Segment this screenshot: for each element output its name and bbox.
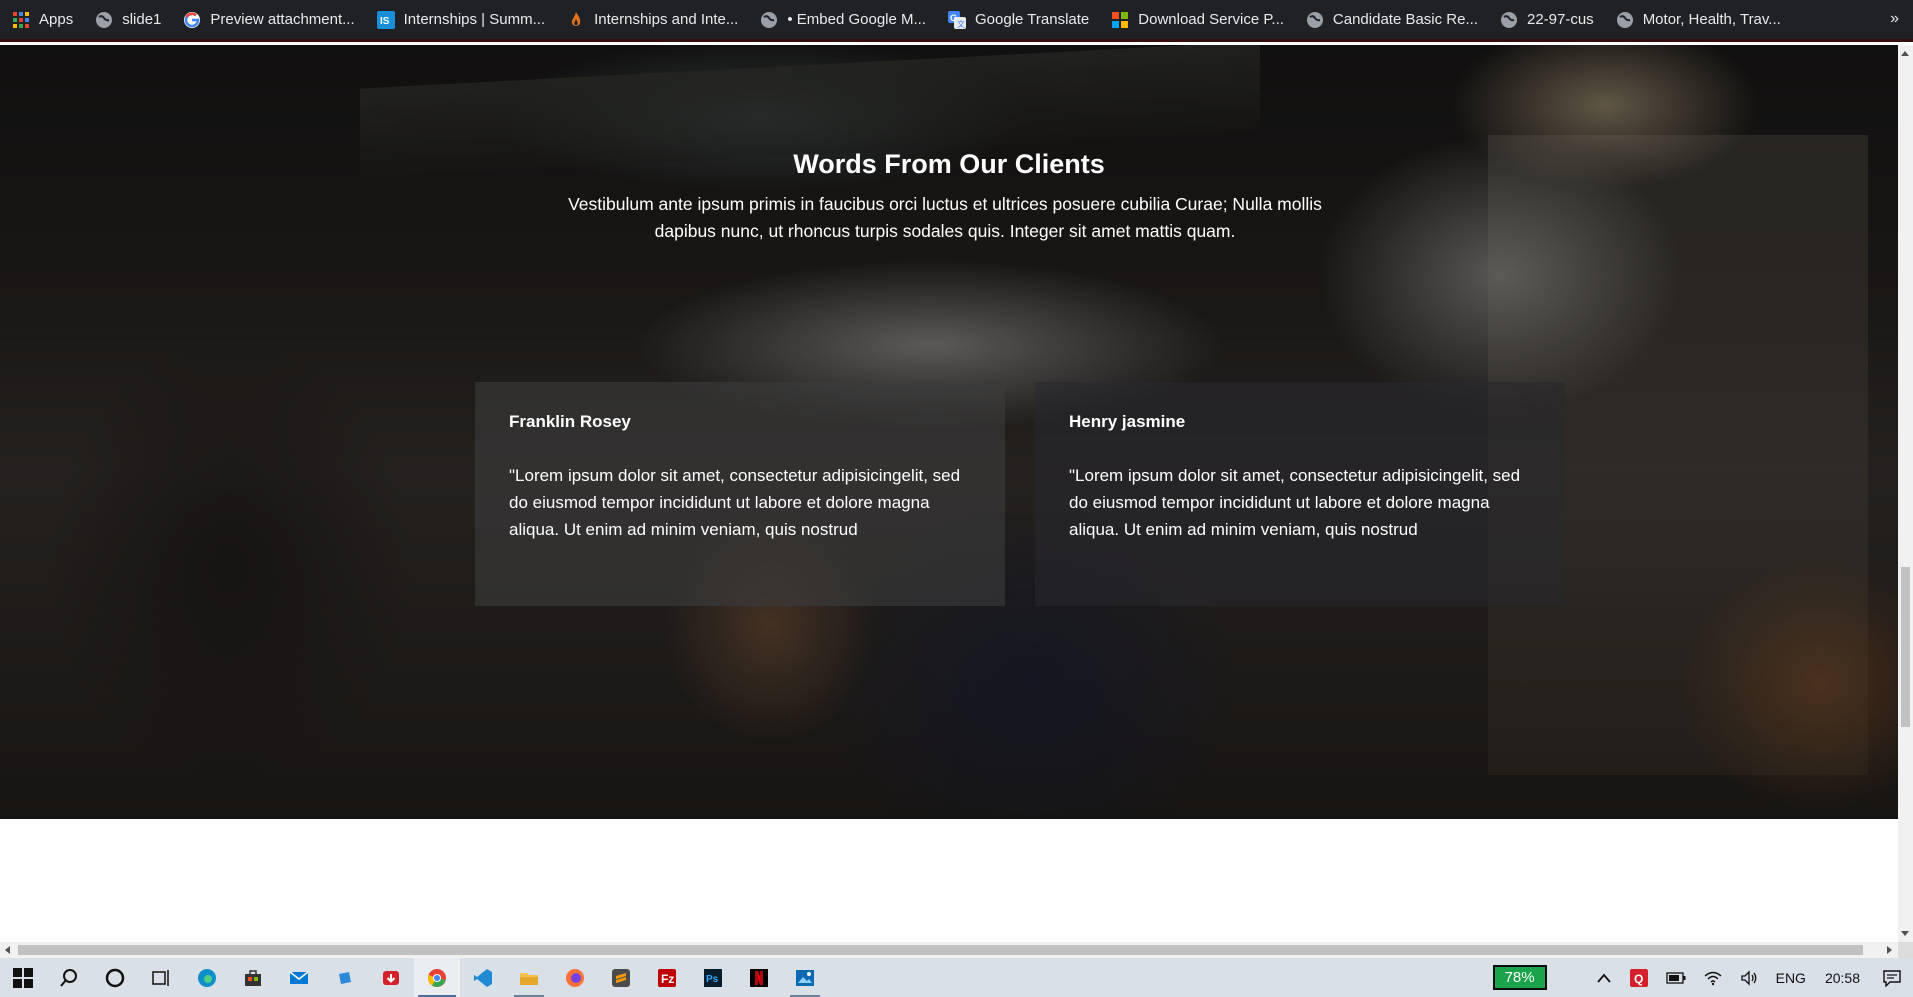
clock[interactable]: 20:58 xyxy=(1825,970,1860,986)
bookmark-label: Preview attachment... xyxy=(210,11,355,28)
svg-text:Ps: Ps xyxy=(706,974,719,985)
cortana-icon[interactable] xyxy=(92,958,138,997)
globe-icon xyxy=(1500,11,1518,29)
bookmark-label: Google Translate xyxy=(975,11,1090,28)
bookmarks-bar: Apps slide1 Preview attachment... IS Int… xyxy=(0,0,1913,42)
battery-icon[interactable] xyxy=(1665,971,1686,984)
netflix-icon[interactable] xyxy=(736,958,782,997)
page-viewport: Words From Our Clients Vestibulum ante i… xyxy=(0,45,1898,942)
bookmark-22-97-cus[interactable]: 22-97-cus xyxy=(1500,11,1594,29)
wifi-icon[interactable] xyxy=(1704,970,1722,986)
testimonial-name: Henry jasmine xyxy=(1069,412,1186,431)
is-logo-icon: IS xyxy=(376,10,395,29)
sublime-icon[interactable] xyxy=(598,958,644,997)
svg-text:Q: Q xyxy=(1634,972,1643,986)
bookmark-label: Internships and Inte... xyxy=(594,11,739,28)
testimonials-section: Words From Our Clients Vestibulum ante i… xyxy=(0,45,1898,819)
vertical-scroll-thumb[interactable] xyxy=(1901,567,1910,727)
bookmark-label: Internships | Summ... xyxy=(403,11,546,28)
scroll-right-arrow-icon[interactable] xyxy=(1887,946,1892,954)
vertical-scrollbar[interactable] xyxy=(1898,45,1913,942)
bookmarks-overflow-button[interactable]: » xyxy=(1890,10,1899,28)
bookmark-label: Motor, Health, Trav... xyxy=(1642,11,1781,28)
bookmark-label: Download Service P... xyxy=(1138,11,1284,28)
antivirus-icon[interactable]: Q xyxy=(1629,968,1648,987)
globe-icon xyxy=(95,11,113,29)
volume-icon[interactable] xyxy=(1740,969,1758,986)
bookmark-internships-summ[interactable]: IS Internships | Summ... xyxy=(376,10,546,29)
globe-icon xyxy=(760,11,778,29)
photos-icon[interactable] xyxy=(782,958,828,997)
svg-text:IS: IS xyxy=(380,16,390,27)
bookmark-candidate-basic[interactable]: Candidate Basic Re... xyxy=(1306,11,1478,29)
section-title: Words From Our Clients xyxy=(793,149,1105,179)
microsoft-icon xyxy=(1111,11,1129,29)
bookmark-google-translate[interactable]: G文 Google Translate xyxy=(948,10,1090,29)
chrome-icon[interactable] xyxy=(414,958,460,997)
testimonial-card: Franklin Rosey "Lorem ipsum dolor sit am… xyxy=(475,382,1005,606)
file-explorer-icon[interactable] xyxy=(506,958,552,997)
bookmark-embed-google-maps[interactable]: • Embed Google M... xyxy=(760,11,926,29)
bookmark-label: 22-97-cus xyxy=(1526,11,1594,28)
scrollbar-corner xyxy=(1898,942,1913,958)
files-icon[interactable] xyxy=(322,958,368,997)
bookmark-slide1[interactable]: slide1 xyxy=(95,11,161,29)
search-icon[interactable] xyxy=(46,958,92,997)
apps-grid-icon xyxy=(12,11,30,29)
horizontal-scrollbar[interactable] xyxy=(0,942,1898,958)
bookmark-internships-inte[interactable]: Internships and Inte... xyxy=(567,11,738,29)
bookmark-motor-health[interactable]: Motor, Health, Trav... xyxy=(1616,11,1781,29)
bookmark-download-service[interactable]: Download Service P... xyxy=(1111,11,1284,29)
download-icon[interactable] xyxy=(368,958,414,997)
flame-icon xyxy=(567,11,585,29)
language-indicator[interactable]: ENG xyxy=(1776,970,1806,986)
google-icon xyxy=(183,11,201,29)
scroll-left-arrow-icon[interactable] xyxy=(5,946,10,954)
bookmark-label: Apps xyxy=(39,11,74,28)
scroll-down-arrow-icon[interactable] xyxy=(1901,931,1909,936)
horizontal-scroll-thumb[interactable] xyxy=(18,945,1863,955)
firefox-icon[interactable] xyxy=(552,958,598,997)
bookmark-apps[interactable]: Apps xyxy=(12,11,73,29)
bookmark-label: • Embed Google M... xyxy=(787,11,927,28)
chevron-up-icon[interactable] xyxy=(1596,972,1612,984)
svg-text:Fz: Fz xyxy=(661,972,674,986)
bookmark-label: Candidate Basic Re... xyxy=(1332,11,1478,28)
bookmark-preview-attachment[interactable]: Preview attachment... xyxy=(183,11,355,29)
globe-icon xyxy=(1616,11,1634,29)
scroll-up-arrow-icon[interactable] xyxy=(1901,51,1909,56)
testimonial-name: Franklin Rosey xyxy=(509,412,631,431)
vscode-icon[interactable] xyxy=(460,958,506,997)
section-subtitle: Vestibulum ante ipsum primis in faucibus… xyxy=(568,194,1322,241)
notifications-icon[interactable] xyxy=(1883,969,1901,987)
globe-icon xyxy=(1306,11,1324,29)
testimonial-quote: "Lorem ipsum dolor sit amet, consectetur… xyxy=(509,466,961,539)
testimonial-quote: "Lorem ipsum dolor sit amet, consectetur… xyxy=(1069,466,1521,539)
svg-text:G: G xyxy=(950,13,957,23)
bookmark-label: slide1 xyxy=(122,11,162,28)
testimonial-card: Henry jasmine "Lorem ipsum dolor sit ame… xyxy=(1035,382,1565,606)
system-tray: 78% Q ENG 20:58 xyxy=(1492,958,1913,997)
svg-text:文: 文 xyxy=(957,19,965,29)
task-view-icon[interactable] xyxy=(138,958,184,997)
battery-percent-badge[interactable]: 78% xyxy=(1492,965,1547,990)
photoshop-icon[interactable]: Ps xyxy=(690,958,736,997)
mail-icon[interactable] xyxy=(276,958,322,997)
translate-icon: G文 xyxy=(948,10,967,29)
edge-icon[interactable] xyxy=(184,958,230,997)
store-icon[interactable] xyxy=(230,958,276,997)
windows-start-icon[interactable] xyxy=(0,958,46,997)
filezilla-icon[interactable]: Fz xyxy=(644,958,690,997)
